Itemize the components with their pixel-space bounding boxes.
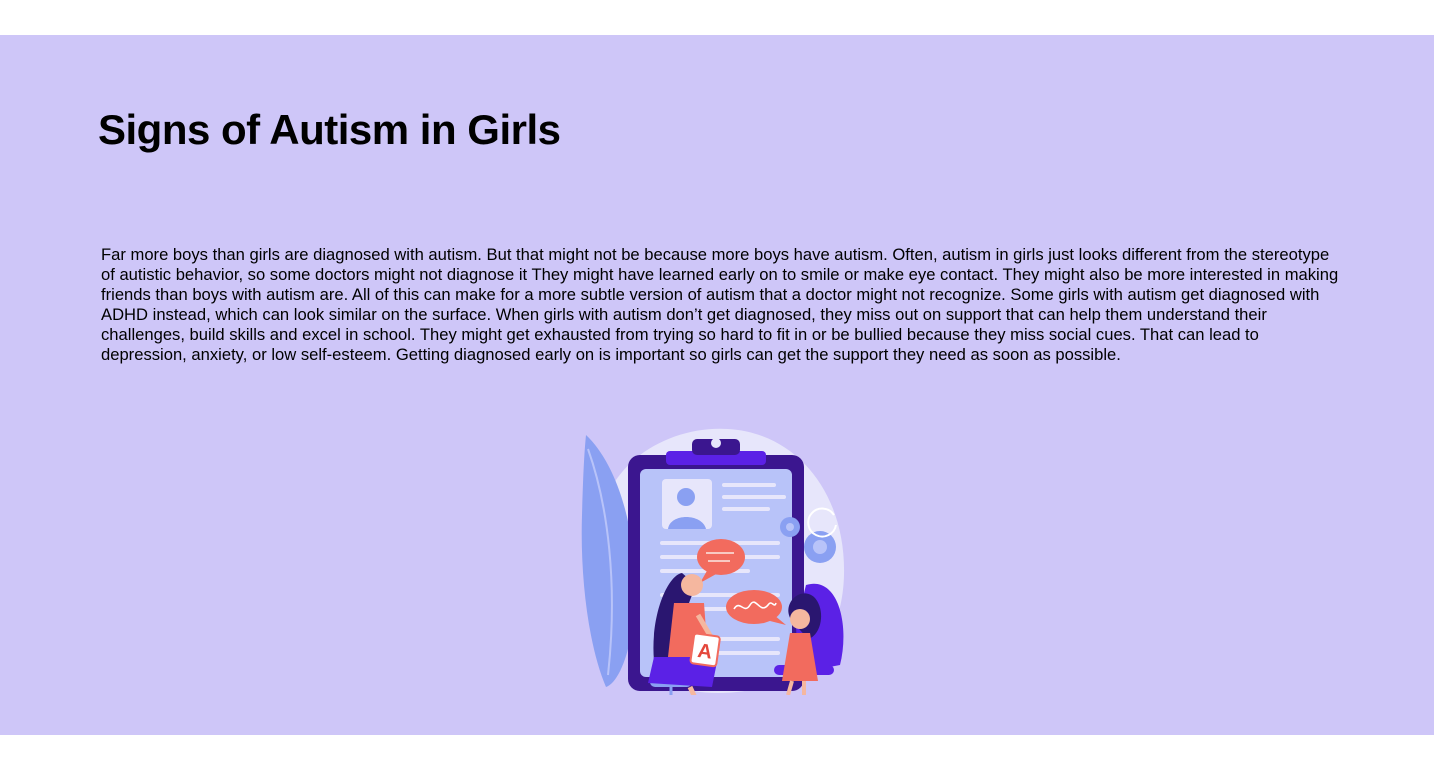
clipboard-clip-hole [711,438,721,448]
body-paragraph: Far more boys than girls are diagnosed w… [101,245,1339,364]
letter-card: A [689,632,721,668]
letter-card-text: A [696,640,713,664]
woman-head [681,574,703,596]
profile-head [677,488,695,506]
doctor-consultation-illustration: A [581,428,845,695]
content-panel: Signs of Autism in Girls Far more boys t… [0,35,1434,735]
child-head [790,609,810,629]
page-title: Signs of Autism in Girls [98,106,561,153]
